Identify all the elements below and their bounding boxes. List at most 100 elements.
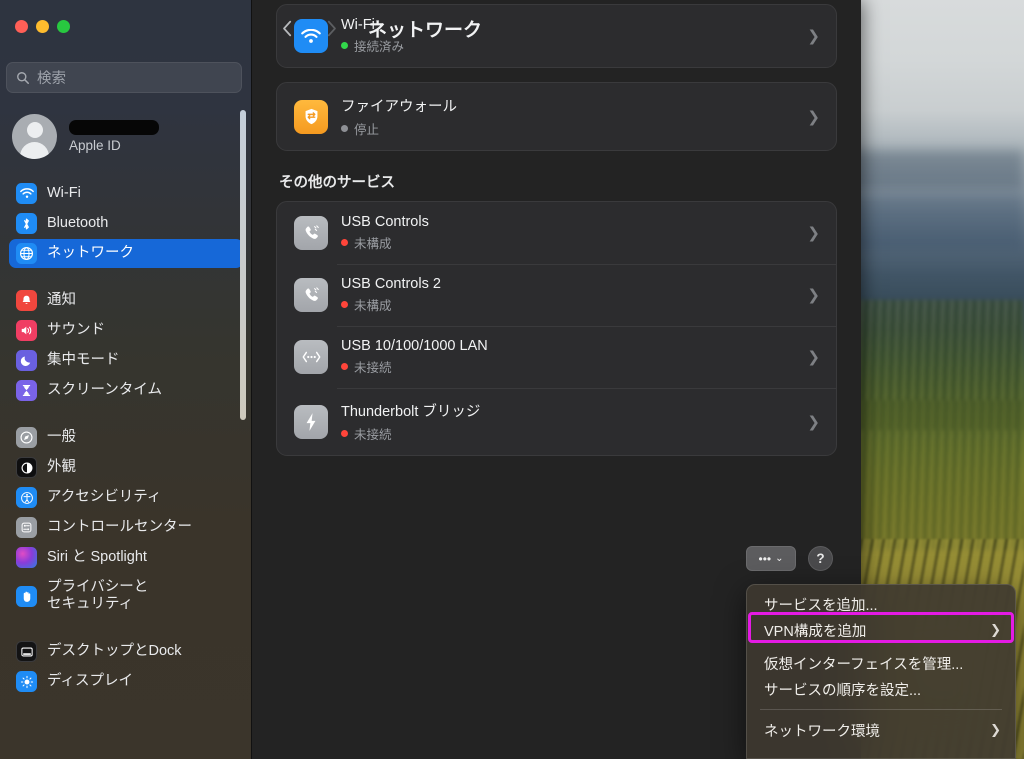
maximize-button[interactable] [57, 20, 70, 33]
sidebar-item-label: Siri と Spotlight [47, 548, 147, 565]
service-name: USB Controls [341, 214, 429, 230]
sidebar-item-display[interactable]: ディスプレイ [9, 667, 243, 696]
table-row[interactable]: Thunderbolt ブリッジ 未接続 ❯ [277, 388, 836, 455]
avatar [12, 113, 57, 159]
sidebar-item-wifi[interactable]: Wi-Fi [9, 179, 243, 208]
speaker-icon [16, 320, 37, 341]
search-input[interactable]: 検索 [6, 62, 242, 93]
bell-icon [16, 290, 37, 311]
sidebar-item-label: スクリーンタイム [47, 381, 162, 398]
sidebar-item-desktop-dock[interactable]: デスクトップとDock [9, 637, 243, 666]
apple-id-label: Apple ID [69, 137, 121, 153]
sidebar-nav-list: Wi-Fi Bluetooth ネットワーク 通知 サウンド 集中モード スクリ… [0, 178, 251, 714]
window-traffic-lights [15, 20, 70, 33]
sidebar-item-appearance[interactable]: 外観 [9, 453, 243, 482]
status-label: 停止 [354, 123, 380, 137]
menu-item-label: サービスの順序を設定... [764, 682, 922, 699]
more-options-button[interactable]: ••• ⌄ [746, 546, 796, 571]
phone-handset-icon [294, 216, 328, 250]
system-settings-window: 検索 Apple ID Wi-Fi Bluetooth ネットワーク 通知 サウ… [0, 0, 861, 759]
sidebar-item-general[interactable]: 一般 [9, 423, 243, 452]
status-dot [341, 301, 348, 308]
wifi-icon [294, 19, 328, 53]
privacy-label-line2: セキュリティ [47, 596, 134, 612]
menu-spacer [747, 643, 1015, 650]
ellipsis-icon: ••• [758, 551, 772, 566]
hand-privacy-icon [16, 585, 37, 607]
sidebar-group: 通知 サウンド 集中モード スクリーンタイム [0, 286, 251, 405]
sidebar: 検索 Apple ID Wi-Fi Bluetooth ネットワーク 通知 サウ… [0, 0, 252, 759]
sidebar-item-label: 一般 [47, 428, 76, 445]
bluetooth-icon [16, 213, 37, 234]
sidebar-item-label: 通知 [47, 291, 76, 308]
status-dot [341, 239, 348, 246]
service-name: USB 10/100/1000 LAN [341, 338, 488, 354]
service-status: 未接続 [341, 424, 794, 443]
table-row[interactable]: USB Controls 2 未構成 ❯ [277, 264, 836, 326]
thunderbolt-icon [294, 404, 328, 439]
firewall-shield-icon [294, 99, 328, 134]
ethernet-icon [294, 340, 328, 374]
minimize-button[interactable] [36, 20, 49, 33]
menu-item-set-service-order[interactable]: サービスの順序を設定... [747, 676, 1015, 702]
appearance-contrast-icon [16, 457, 37, 478]
status-label: 未接続 [354, 361, 392, 375]
sidebar-item-privacy-security[interactable]: プライバシーと セキュリティ [9, 573, 243, 619]
menu-item-add-vpn-configuration[interactable]: VPN構成を追加 ❯ [747, 617, 1015, 643]
sidebar-item-focus[interactable]: 集中モード [9, 346, 243, 375]
sidebar-item-apple-id[interactable]: Apple ID [12, 107, 237, 165]
firewall-card: ファイアウォール 停止 ❯ [276, 82, 837, 151]
siri-icon [16, 547, 37, 568]
menu-item-add-service[interactable]: サービスを追加... [747, 591, 1015, 617]
sidebar-item-label: ディスプレイ [47, 672, 133, 689]
menu-item-network-locations[interactable]: ネットワーク環境 ❯ [747, 717, 1015, 743]
wifi-icon [16, 183, 37, 204]
sidebar-item-label: ネットワーク [47, 244, 134, 261]
menu-separator [760, 709, 1002, 710]
status-label: 未構成 [354, 299, 392, 313]
sidebar-item-label: Wi-Fi [47, 184, 81, 201]
status-dot [341, 430, 348, 437]
sidebar-item-label: 外観 [47, 458, 76, 475]
table-row[interactable]: USB 10/100/1000 LAN 未接続 ❯ [277, 326, 836, 388]
submenu-chevron-right-icon: ❯ [990, 722, 1001, 737]
chevron-right-icon: ❯ [807, 108, 820, 126]
sidebar-scrollbar[interactable] [240, 110, 246, 420]
network-globe-icon [16, 243, 37, 264]
service-row-wifi[interactable]: Wi-Fi 接続済み ❯ [277, 5, 836, 67]
help-question-icon[interactable]: ? [808, 546, 833, 571]
sidebar-item-siri-spotlight[interactable]: Siri と Spotlight [9, 543, 243, 572]
gear-compass-icon [16, 427, 37, 448]
chevron-right-icon: ❯ [807, 413, 820, 431]
sidebar-item-notifications[interactable]: 通知 [9, 286, 243, 315]
hourglass-icon [16, 380, 37, 401]
menu-item-label: ネットワーク環境 [764, 723, 880, 740]
status-dot [341, 125, 348, 132]
close-button[interactable] [15, 20, 28, 33]
desktop-dock-icon [16, 641, 37, 662]
sidebar-item-label: 集中モード [47, 351, 120, 368]
table-row[interactable]: USB Controls 未構成 ❯ [277, 202, 836, 264]
service-row-firewall[interactable]: ファイアウォール 停止 ❯ [277, 83, 836, 150]
sidebar-item-bluetooth[interactable]: Bluetooth [9, 209, 243, 238]
sidebar-item-control-center[interactable]: コントロールセンター [9, 513, 243, 542]
sidebar-item-accessibility[interactable]: アクセシビリティ [9, 483, 243, 512]
chevron-right-icon: ❯ [807, 349, 820, 366]
service-name: Thunderbolt ブリッジ [341, 404, 481, 420]
other-services-card: USB Controls 未構成 ❯ USB Controls 2 未構成 ❯ … [276, 201, 837, 456]
menu-item-label: 仮想インターフェイスを管理... [764, 656, 964, 673]
menu-item-manage-virtual-interfaces[interactable]: 仮想インターフェイスを管理... [747, 650, 1015, 676]
service-status: 接続済み [341, 36, 794, 55]
status-dot [341, 42, 348, 49]
control-center-icon [16, 517, 37, 538]
sidebar-item-network[interactable]: ネットワーク [9, 239, 243, 268]
search-icon [17, 71, 29, 84]
menu-item-label: サービスを追加... [764, 597, 878, 614]
chevron-right-icon: ❯ [807, 287, 820, 304]
accessibility-icon [16, 487, 37, 508]
sidebar-item-label: Bluetooth [47, 214, 109, 231]
phone-handset-icon [294, 278, 328, 312]
sidebar-item-screen-time[interactable]: スクリーンタイム [9, 376, 243, 405]
service-status: 未接続 [341, 357, 794, 376]
sidebar-item-sound[interactable]: サウンド [9, 316, 243, 345]
